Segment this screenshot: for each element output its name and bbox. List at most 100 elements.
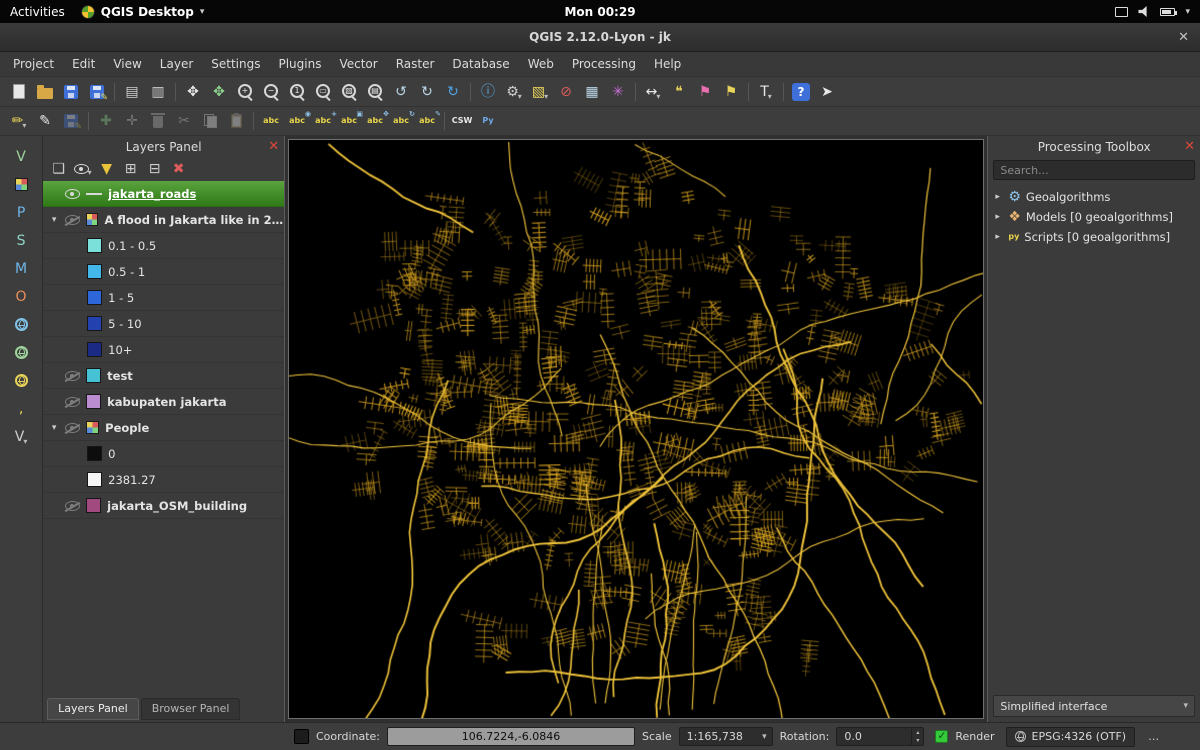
add-oracle-layer-button[interactable]: O [7,284,35,309]
save-project-button[interactable] [58,80,84,104]
filter-legend-button[interactable]: ▼ [95,159,118,180]
coordinate-input[interactable]: 106.7224,-6.0846 [387,727,635,746]
layer-row-1-5[interactable]: 1 - 5 [43,285,284,311]
zoom-full-button[interactable]: ▭ [310,80,336,104]
add-spatialite-layer-button[interactable]: S [7,228,35,253]
composer-manager-button[interactable]: ▥ [145,80,171,104]
paste-features-button[interactable] [223,109,249,133]
rotate-label-button[interactable]: abc [388,109,414,133]
menu-raster[interactable]: Raster [387,54,444,74]
collapse-all-button[interactable]: ⊟ [143,159,166,180]
add-wcs-layer-button[interactable] [7,340,35,365]
current-edits-button[interactable]: ✏▾ [6,109,32,133]
toolbox-item-models-0-geoalgorithms[interactable]: ▸❖Models [0 geoalgorithms] [988,207,1200,227]
layers-panel-close-button[interactable] [268,139,279,154]
node-tool-button[interactable]: ✛ [119,109,145,133]
metasearch-csw-button[interactable]: CSW [449,109,475,133]
zoom-native-button[interactable]: 1 [284,80,310,104]
app-menu[interactable]: QGIS Desktop ▾ [81,5,205,19]
expand-arrow-icon[interactable]: ▾ [49,423,59,433]
layer-row-0-1-0-5[interactable]: 0.1 - 0.5 [43,233,284,259]
deselect-features-button[interactable]: ⊘ [553,80,579,104]
new-layer-button[interactable]: V▾ [7,424,35,449]
text-annotation-button[interactable]: T▾ [753,80,779,104]
delete-selected-button[interactable] [145,109,171,133]
menu-plugins[interactable]: Plugins [269,54,330,74]
menu-layer[interactable]: Layer [151,54,202,74]
pan-map-button[interactable]: ✥ [180,80,206,104]
toggle-extents-icon[interactable] [294,729,309,744]
layer-row-jakarta-roads[interactable]: jakarta_roads [43,181,284,207]
save-layer-edits-button[interactable]: ✎ [58,109,84,133]
activities-button[interactable]: Activities [10,5,65,19]
new-project-button[interactable] [6,80,32,104]
add-group-button[interactable]: ❑ [47,159,70,180]
menu-web[interactable]: Web [519,54,563,74]
select-features-button[interactable]: ▧▾ [527,80,553,104]
layer-row-test[interactable]: test [43,363,284,389]
help-contents-button[interactable]: ? [788,80,814,104]
layer-row-kabupaten-jakarta[interactable]: kabupaten jakarta [43,389,284,415]
map-tips-button[interactable]: ❝ [666,80,692,104]
spinner-arrows-icon[interactable]: ▴▾ [911,729,923,745]
volume-icon[interactable] [1138,6,1150,17]
zoom-to-layer-button[interactable]: ▤ [362,80,388,104]
expand-arrow-icon[interactable]: ▾ [49,215,59,225]
layer-row-jakarta-osm-building[interactable]: jakarta_OSM_building [43,493,284,519]
labeling-options-button[interactable]: abc [258,109,284,133]
manage-layer-visibility-button[interactable]: ▾ [71,159,94,180]
toolbox-item-scripts-0-geoalgorithms[interactable]: ▸pyScripts [0 geoalgorithms] [988,227,1200,247]
open-project-button[interactable] [32,80,58,104]
menu-edit[interactable]: Edit [63,54,104,74]
highlight-labels-button[interactable]: abc [336,109,362,133]
new-print-composer-button[interactable]: ▤ [119,80,145,104]
layer-row-0-5-1[interactable]: 0.5 - 1 [43,259,284,285]
toggle-editing-button[interactable]: ✎ [32,109,58,133]
change-label-button[interactable]: abc [414,109,440,133]
map-canvas[interactable] [288,139,984,719]
panel-tab-layers-panel[interactable]: Layers Panel [47,698,139,720]
menu-database[interactable]: Database [443,54,518,74]
layer-row-2381-27[interactable]: 2381.27 [43,467,284,493]
zoom-in-button[interactable]: + [232,80,258,104]
chevron-down-icon[interactable]: ▾ [1185,7,1190,17]
menu-settings[interactable]: Settings [202,54,269,74]
toolbox-item-geoalgorithms[interactable]: ▸⚙Geoalgorithms [988,187,1200,207]
menu-view[interactable]: View [104,54,150,74]
processing-toolbox-close-button[interactable] [1184,139,1195,154]
panel-tab-browser-panel[interactable]: Browser Panel [141,698,241,720]
move-label-button[interactable]: abc [362,109,388,133]
layer-row-0[interactable]: 0 [43,441,284,467]
layer-row-people[interactable]: ▾People [43,415,284,441]
python-console-button[interactable]: Py [475,109,501,133]
messages-button[interactable]: … [1148,730,1160,743]
layer-row-10[interactable]: 10+ [43,337,284,363]
toolbox-search-input[interactable] [993,160,1195,180]
add-wfs-layer-button[interactable] [7,368,35,393]
pin-labels-button[interactable]: abc [310,109,336,133]
zoom-out-button[interactable]: − [258,80,284,104]
copy-features-button[interactable] [197,109,223,133]
add-raster-layer-button[interactable] [7,172,35,197]
add-vector-layer-button[interactable]: V [7,144,35,169]
window-close-button[interactable] [1178,30,1189,45]
pan-to-selection-button[interactable]: ✥ [206,80,232,104]
menu-help[interactable]: Help [645,54,690,74]
add-mssql-layer-button[interactable]: M [7,256,35,281]
crs-button[interactable]: EPSG:4326 (OTF) [1006,727,1136,747]
run-feature-action-button[interactable]: ⚙▾ [501,80,527,104]
measure-button[interactable]: ↔▾ [640,80,666,104]
identify-features-button[interactable]: ⓘ [475,80,501,104]
scale-combo[interactable]: 1:165,738 ▾ [679,727,773,746]
expand-arrow-icon[interactable]: ▸ [995,212,1003,222]
rotation-spinner[interactable]: 0.0 ▴▾ [836,727,924,746]
zoom-last-button[interactable]: ↺ [388,80,414,104]
expand-arrow-icon[interactable]: ▸ [995,192,1003,202]
layer-row-a-flood-in-jakarta-like-in-2007[interactable]: ▾A flood in Jakarta like in 2007 [43,207,284,233]
whats-this-button[interactable]: ➤ [814,80,840,104]
battery-icon[interactable] [1160,8,1175,16]
save-project-as-button[interactable]: ✎ [84,80,110,104]
menu-processing[interactable]: Processing [563,54,645,74]
map-refresh-button[interactable]: ↻ [440,80,466,104]
remove-layer-button[interactable]: ✖ [167,159,190,180]
